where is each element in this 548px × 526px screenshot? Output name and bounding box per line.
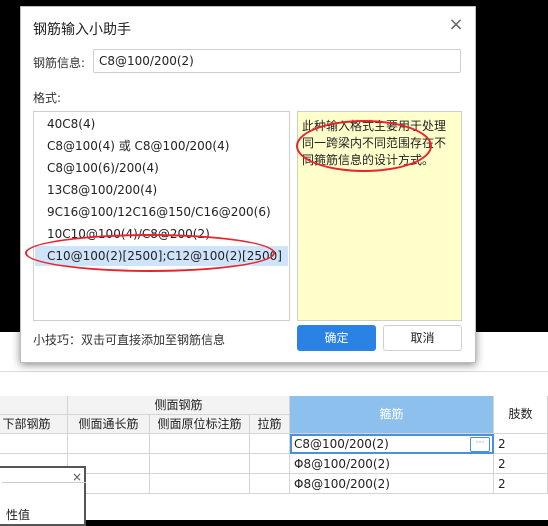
format-item[interactable]: 13C8@100/200(4) — [35, 180, 288, 200]
tip-text: 小技巧：双击可直接添加至钢筋信息 — [33, 333, 226, 347]
header-blank — [0, 396, 68, 415]
stirrup-cell[interactable]: Φ8@100/200(2) — [290, 474, 494, 494]
cell-side-through[interactable] — [68, 434, 150, 454]
stirrup-cell-value: C8@100/200(2) — [294, 437, 389, 451]
legs-cell[interactable]: 2 — [494, 454, 548, 474]
format-label: 格式: — [33, 91, 62, 105]
format-item[interactable]: 10C10@100(4)/C8@200(2) — [35, 224, 288, 244]
cell-side-original[interactable] — [150, 454, 250, 474]
format-item[interactable]: C8@100(6)/200(4) — [35, 158, 288, 178]
stirrup-cell-active[interactable]: C8@100/200(2) ⋯ — [290, 434, 494, 454]
cell-side-original[interactable] — [150, 434, 250, 454]
legs-cell[interactable]: 2 — [494, 474, 548, 494]
header-legs[interactable]: 肢数 — [494, 396, 548, 434]
cell-bottom[interactable] — [0, 434, 68, 454]
header-bottom-rebar[interactable]: 下部钢筋 — [0, 415, 68, 434]
format-item[interactable]: 40C8(4) — [35, 114, 288, 134]
panel-divider — [2, 482, 86, 483]
cell-tie[interactable] — [250, 454, 290, 474]
format-item[interactable]: 9C16@100/12C16@150/C16@200(6) — [35, 202, 288, 222]
header-tie[interactable]: 拉筋 — [250, 415, 290, 434]
more-options-button[interactable]: ⋯ — [470, 437, 490, 452]
header-side-original[interactable]: 侧面原位标注筋 — [150, 415, 250, 434]
header-stirrup[interactable]: 箍筋 — [290, 396, 494, 434]
rebar-info-input[interactable]: C8@100/200(2) — [93, 49, 461, 73]
format-item[interactable]: C8@100(4) 或 C8@100/200(4) — [35, 136, 288, 156]
format-list[interactable]: 40C8(4) C8@100(4) 或 C8@100/200(4) C8@100… — [33, 111, 290, 321]
rebar-input-dialog: 钢筋输入小助手 × 钢筋信息: C8@100/200(2) 格式: 40C8(4… — [20, 6, 476, 363]
format-item-selected[interactable]: C10@100(2)[2500];C12@100(2)[2500] — [35, 246, 288, 266]
legs-cell[interactable]: 2 — [494, 434, 548, 454]
cell-tie[interactable] — [250, 434, 290, 454]
panel-label: 性值 — [6, 508, 31, 522]
format-description: 此种输入格式主要用于处理同一跨梁内不同范围存在不同箍筋信息的设计方式。 — [297, 111, 462, 321]
floating-panel: × 性值 — [0, 466, 86, 526]
header-side-through[interactable]: 侧面通长筋 — [68, 415, 150, 434]
stirrup-cell[interactable]: Φ8@100/200(2) — [290, 454, 494, 474]
rebar-info-label: 钢筋信息: — [33, 56, 86, 70]
dialog-title: 钢筋输入小助手 — [33, 22, 131, 38]
close-icon[interactable]: × — [445, 15, 467, 37]
ok-button[interactable]: 确定 — [297, 325, 376, 351]
cancel-button[interactable]: 取消 — [383, 325, 462, 351]
header-side-rebar: 侧面钢筋 — [68, 396, 290, 415]
cell-tie[interactable] — [250, 474, 290, 494]
cell-side-original[interactable] — [150, 474, 250, 494]
